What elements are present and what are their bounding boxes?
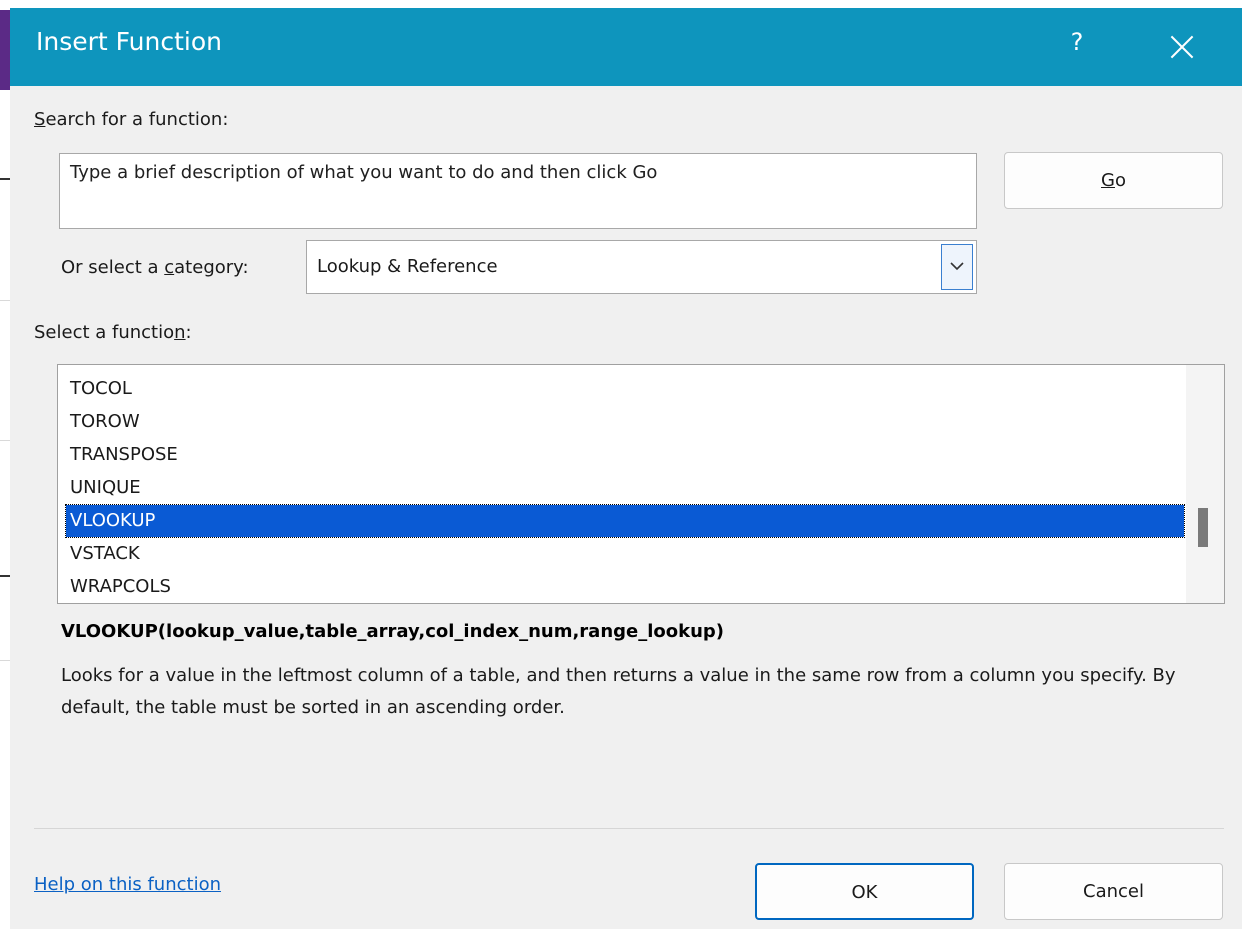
help-icon[interactable]: ?	[1066, 28, 1088, 60]
insert-function-dialog: Insert Function ? Search for a function:…	[10, 8, 1242, 929]
function-list-item[interactable]: VSTACK	[66, 538, 1184, 570]
category-label-pre: Or select a	[61, 257, 165, 278]
function-list-label-post: :	[185, 322, 192, 343]
function-list-item[interactable]: UNIQUE	[66, 472, 1184, 504]
cancel-button[interactable]: Cancel	[1004, 863, 1223, 920]
function-list-label-pre: Select a functio	[34, 322, 175, 343]
cell-gridline	[0, 660, 10, 661]
category-label: Or select a category:	[61, 257, 249, 278]
go-button-label: o	[1114, 170, 1126, 191]
cell-gridline	[0, 440, 10, 441]
function-list-item-selected[interactable]: VLOOKUP	[65, 504, 1185, 538]
scrollbar-thumb[interactable]	[1198, 508, 1208, 547]
function-description: Looks for a value in the leftmost column…	[61, 665, 1176, 718]
function-list-item[interactable]: WRAPCOLS	[66, 571, 1184, 603]
go-button[interactable]: Go	[1004, 152, 1223, 209]
category-select[interactable]: Lookup & Reference	[306, 240, 977, 294]
function-list[interactable]: TOCOL TOROW TRANSPOSE UNIQUE VLOOKUP VST…	[57, 364, 1225, 604]
footer-divider	[34, 828, 1224, 829]
help-on-function-link[interactable]: Help on this function	[34, 874, 221, 895]
list-scrollbar[interactable]	[1186, 365, 1224, 603]
dialog-title-bar[interactable]: Insert Function ?	[10, 8, 1242, 86]
search-label: Search for a function:	[34, 109, 228, 130]
ok-button[interactable]: OK	[755, 863, 974, 920]
search-label-text: earch for a function:	[45, 109, 229, 130]
category-label-post: ategory:	[174, 257, 249, 278]
go-button-accel: G	[1101, 170, 1115, 191]
function-list-item[interactable]: TRANSPOSE	[66, 439, 1184, 471]
category-label-accel: c	[164, 257, 175, 278]
function-list-item[interactable]: TOCOL	[66, 373, 1184, 405]
function-search-input[interactable]: Type a brief description of what you wan…	[59, 153, 977, 229]
function-list-item[interactable]: TOROW	[66, 406, 1184, 438]
category-selected-value: Lookup & Reference	[317, 256, 498, 277]
cell-border-mark	[0, 178, 10, 180]
search-label-accel: S	[34, 109, 46, 130]
function-signature: VLOOKUP(lookup_value,table_array,col_ind…	[61, 621, 725, 642]
cell-border-mark	[0, 575, 10, 577]
close-icon[interactable]	[1168, 32, 1196, 60]
function-list-label: Select a function:	[34, 322, 192, 343]
function-list-label-accel: n	[174, 322, 186, 343]
dialog-title: Insert Function	[36, 27, 222, 56]
chevron-down-icon[interactable]	[941, 244, 973, 290]
cell-gridline	[0, 300, 10, 301]
